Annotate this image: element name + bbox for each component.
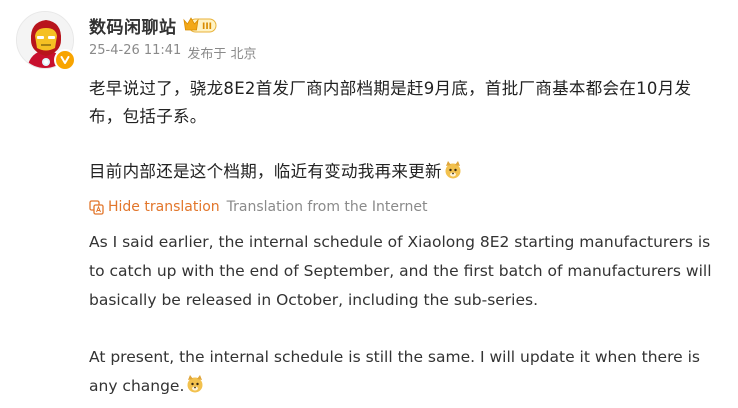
translated-paragraph: As I said earlier, the internal schedule…: [89, 233, 712, 309]
post-header: 数码闲聊站 III 25-4-26 11:41 发布于 北京: [89, 14, 256, 62]
doge-emoji-icon: [185, 374, 205, 404]
doge-emoji-icon: [443, 160, 463, 189]
hide-translation-label: Hide translation: [108, 199, 220, 215]
translate-icon: [89, 199, 104, 215]
translated-paragraph-text: At present, the internal schedule is sti…: [89, 348, 700, 395]
vip-crown-badge-icon[interactable]: III: [182, 16, 217, 34]
post-meta: 25-4-26 11:41 发布于 北京: [89, 43, 256, 62]
verified-badge-icon: [54, 49, 76, 71]
hide-translation-button[interactable]: Hide translation: [89, 199, 220, 215]
post-paragraph-with-emoji: 目前内部还是这个档期，临近有变动我再来更新: [89, 158, 719, 189]
vip-level-text: III: [201, 22, 211, 32]
username-link[interactable]: 数码闲聊站: [89, 13, 177, 38]
translation-source-label: Translation from the Internet: [226, 199, 428, 215]
translated-paragraph-with-emoji: At present, the internal schedule is sti…: [89, 343, 729, 404]
post-content: 老早说过了，骁龙8E2首发厂商内部档期是赶9月底，首批厂商基本都会在10月发布，…: [89, 75, 719, 189]
post-date[interactable]: 25-4-26 11:41: [89, 43, 181, 62]
post-paragraph: 老早说过了，骁龙8E2首发厂商内部档期是赶9月底，首批厂商基本都会在10月发布，…: [89, 79, 692, 126]
post-source: 发布于 北京: [187, 47, 257, 62]
translated-content: As I said earlier, the internal schedule…: [89, 228, 729, 404]
post-paragraph-text: 目前内部还是这个档期，临近有变动我再来更新: [89, 162, 442, 181]
avatar-container[interactable]: [16, 11, 76, 71]
translation-toolbar: Hide translation Translation from the In…: [89, 197, 427, 217]
